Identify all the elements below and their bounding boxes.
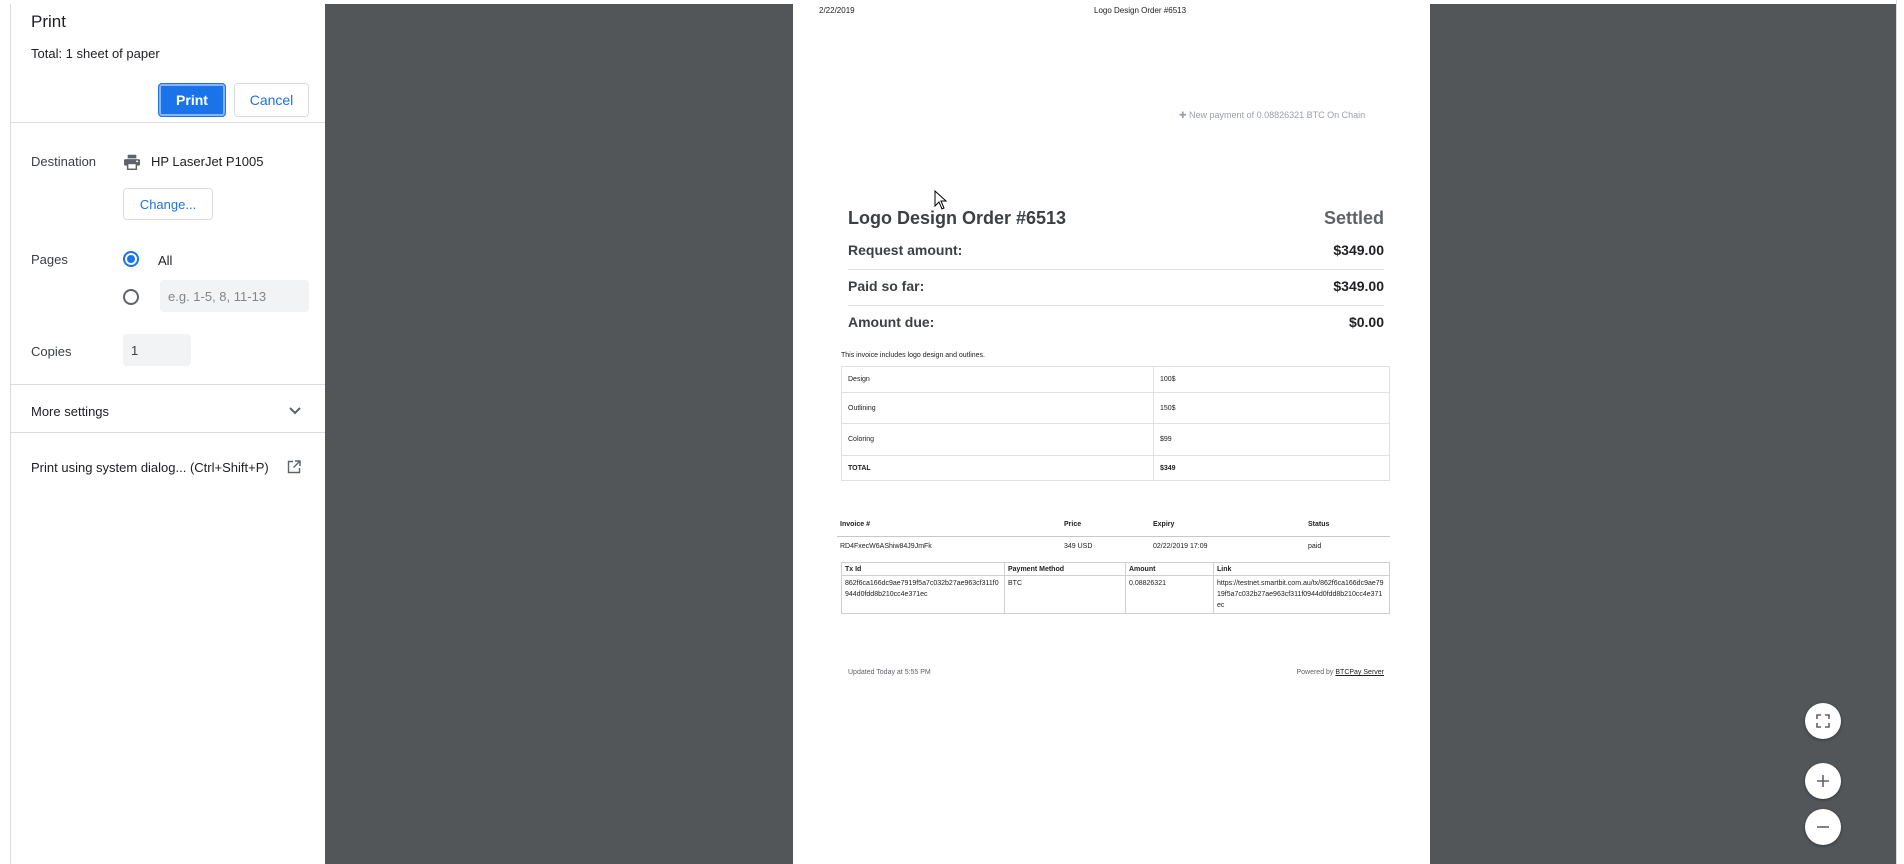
powered-by: Powered by BTCPay Server	[1296, 669, 1384, 676]
amount-row: Request amount: $349.00	[848, 234, 1384, 270]
more-settings-label: More settings	[31, 404, 110, 419]
invoice-status: Settled	[1323, 208, 1384, 228]
print-preview-window: Print Total: 1 sheet of paper Print Canc…	[0, 0, 1904, 864]
amount-row: Paid so far: $349.00	[848, 270, 1384, 306]
dialog-title: Print	[31, 12, 66, 31]
table-row: TOTAL $349	[841, 455, 1390, 481]
invoice-expiry: 02/22/2019 17:09	[1153, 542, 1208, 550]
powered-by-prefix: Powered by	[1296, 669, 1334, 676]
updated-timestamp: Updated Today at 5:55 PM	[848, 669, 931, 676]
divider	[11, 122, 325, 123]
amount-label: Request amount:	[848, 242, 963, 258]
table-row: Outlining 150$	[841, 392, 1390, 424]
sheet-total: Total: 1 sheet of paper	[31, 46, 160, 61]
amount-label: Paid so far:	[848, 278, 925, 294]
tx-method: BTC	[1004, 575, 1126, 614]
column-header: Tx Id	[841, 562, 1005, 576]
item-price: 150$	[1153, 392, 1390, 424]
window-edge	[1896, 0, 1904, 864]
tx-id: 862f6ca166dc9ae7919f5a7c032b27ae963cf311…	[841, 575, 1005, 614]
item-name: Design	[841, 366, 1154, 393]
line-items-table: Design 100$ Outlining 150$ Coloring $99 …	[841, 366, 1390, 481]
fit-to-page-button[interactable]	[1805, 703, 1841, 739]
zoom-in-icon	[1817, 775, 1829, 787]
invoice-id: RD4FxecW6AShiw84J9JmFk	[840, 542, 932, 550]
column-header: Price	[1061, 514, 1150, 537]
item-name: Outlining	[841, 392, 1154, 424]
item-name: TOTAL	[841, 455, 1154, 481]
amount-value: $0.00	[1348, 314, 1384, 330]
column-header: Amount	[1125, 562, 1214, 576]
tx-amount: 0.08826321	[1125, 575, 1214, 614]
invoice-status-cell: paid	[1308, 542, 1322, 550]
print-button[interactable]: Print	[158, 83, 226, 117]
item-price: $99	[1153, 423, 1390, 456]
table-header-row: Invoice # Price Expiry Status	[837, 514, 1390, 537]
destination-label: Destination	[31, 154, 97, 169]
divider	[11, 432, 325, 433]
invoice-price: 349 USD	[1064, 542, 1093, 550]
divider	[11, 384, 325, 385]
cancel-button[interactable]: Cancel	[234, 83, 309, 117]
open-in-new-icon	[287, 460, 301, 474]
pages-all-radio[interactable]	[123, 251, 139, 267]
system-dialog-link[interactable]: Print using system dialog... (Ctrl+Shift…	[31, 460, 269, 475]
preview-page: 2/22/2019 Logo Design Order #6513 ✚ New …	[793, 4, 1430, 864]
copies-label: Copies	[31, 344, 72, 359]
table-row: Coloring $99	[841, 423, 1390, 456]
column-header: Expiry	[1150, 514, 1305, 537]
table-header-row: Tx Id Payment Method Amount Link	[841, 562, 1390, 576]
tx-link: https://testnet.smartbit.com.au/tx/862f6…	[1213, 575, 1390, 614]
table-row: 862f6ca166dc9ae7919f5a7c032b27ae963cf311…	[841, 575, 1390, 614]
more-settings-toggle[interactable]: More settings	[11, 388, 325, 436]
pages-all-label: All	[158, 253, 173, 268]
new-payment-notice: ✚ New payment of 0.08826321 BTC On Chain	[1179, 110, 1366, 120]
chevron-down-icon	[289, 407, 301, 415]
powered-by-link: BTCPay Server	[1335, 669, 1384, 676]
item-name: Coloring	[841, 423, 1154, 456]
page-header-date: 2/22/2019	[819, 6, 855, 15]
pages-custom-input[interactable]	[160, 280, 309, 312]
column-header: Payment Method	[1004, 562, 1126, 576]
column-header: Link	[1213, 562, 1390, 576]
invoice-title: Logo Design Order #6513	[848, 208, 1067, 228]
invoice-description: This invoice includes logo design and ou…	[841, 352, 985, 359]
item-price: 100$	[1153, 366, 1390, 393]
amount-value: $349.00	[1333, 242, 1384, 258]
invoice-info-table: Invoice # Price Expiry Status RD4FxecW6A…	[837, 514, 1390, 556]
fit-to-page-icon	[1816, 714, 1830, 728]
zoom-out-button[interactable]	[1805, 809, 1841, 845]
pages-custom-radio[interactable]	[123, 289, 139, 305]
destination-printer-name: HP LaserJet P1005	[151, 154, 264, 169]
page-header-title: Logo Design Order #6513	[1094, 6, 1187, 15]
amount-label: Amount due:	[848, 314, 935, 330]
column-header: Invoice #	[837, 514, 1061, 537]
zoom-out-icon	[1817, 826, 1829, 828]
copies-input[interactable]	[123, 334, 191, 366]
table-row: RD4FxecW6AShiw84J9JmFk 349 USD 02/22/201…	[837, 536, 1390, 556]
change-destination-button[interactable]: Change...	[123, 188, 213, 220]
column-header: Status	[1305, 514, 1390, 537]
item-price: $349	[1153, 455, 1390, 481]
amount-value: $349.00	[1333, 278, 1384, 294]
printer-icon	[124, 154, 140, 170]
amount-row: Amount due: $0.00	[848, 306, 1384, 342]
print-settings-panel: Print Total: 1 sheet of paper Print Canc…	[10, 4, 325, 864]
pages-label: Pages	[31, 252, 68, 267]
zoom-in-button[interactable]	[1805, 763, 1841, 799]
mouse-cursor-icon	[934, 190, 948, 210]
transactions-table: Tx Id Payment Method Amount Link 862f6ca…	[841, 562, 1390, 614]
table-row: Design 100$	[841, 366, 1390, 393]
